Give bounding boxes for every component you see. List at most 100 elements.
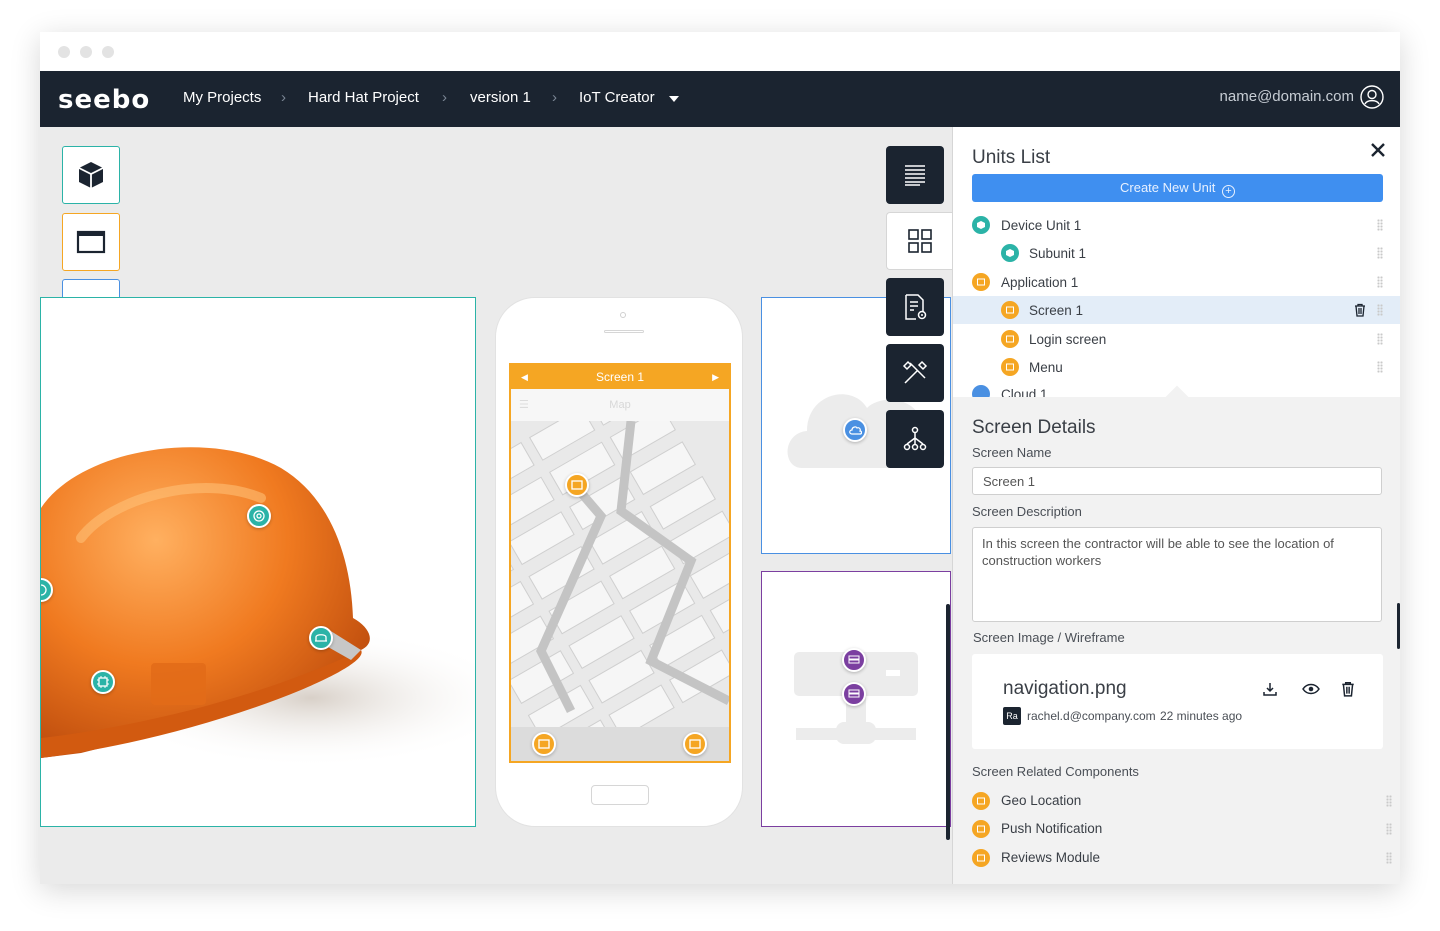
- panel-scrollbar[interactable]: [1397, 603, 1400, 649]
- hard-hat-image: [41, 447, 475, 768]
- screen-name-label: Screen Name: [972, 445, 1052, 460]
- breadcrumb-my-projects[interactable]: My Projects: [183, 89, 261, 106]
- target-icon: [253, 510, 265, 522]
- tools-button[interactable]: [886, 344, 944, 402]
- user-circle-icon[interactable]: [1360, 85, 1384, 109]
- screen-description-textarea[interactable]: In this screen the contractor will be ab…: [972, 527, 1382, 622]
- screen-details-title: Screen Details: [972, 417, 1096, 438]
- user-email[interactable]: name@domain.com: [1220, 88, 1354, 105]
- unit-menu[interactable]: Menu: [953, 353, 1400, 381]
- screen-image-label: Screen Image / Wireframe: [973, 630, 1125, 645]
- create-new-unit-button[interactable]: Create New Unit +: [972, 174, 1383, 202]
- design-canvas[interactable]: ◀ Screen 1 ▶ ☰ Map: [40, 127, 952, 884]
- chip-icon: [97, 676, 109, 688]
- helmet-icon: [315, 634, 327, 642]
- phone-speaker: [604, 330, 644, 333]
- caret-down-icon[interactable]: [669, 95, 679, 103]
- window-icon: [571, 480, 583, 490]
- unit-login-screen[interactable]: Login screen: [953, 325, 1400, 353]
- application-tool[interactable]: [62, 213, 120, 271]
- server-marker-2[interactable]: [842, 682, 866, 706]
- window-icon: [76, 230, 106, 254]
- plus-circle-icon: +: [1222, 185, 1235, 198]
- window-icon: [1001, 301, 1019, 319]
- drag-handle-icon[interactable]: [1377, 276, 1383, 288]
- seebo-logo[interactable]: seebo: [58, 81, 162, 117]
- file-name[interactable]: navigation.png: [1003, 678, 1127, 700]
- device-tool[interactable]: [62, 146, 120, 204]
- grid-icon: [907, 229, 932, 253]
- cube-icon: [972, 216, 990, 234]
- breadcrumb-separator: ›: [281, 89, 286, 106]
- phone-mockup: ◀ Screen 1 ▶ ☰ Map: [495, 297, 743, 827]
- document-gear-icon: [905, 294, 927, 320]
- hierarchy-button[interactable]: [886, 410, 944, 468]
- breadcrumb-version[interactable]: version 1: [470, 89, 531, 106]
- drag-handle-icon[interactable]: [1377, 304, 1383, 316]
- breadcrumb-separator: ›: [442, 89, 447, 106]
- cloud-icon: [849, 426, 862, 435]
- server-icon: [848, 689, 860, 698]
- breadcrumb-iot-creator[interactable]: IoT Creator: [579, 89, 655, 106]
- cloud-marker[interactable]: [843, 418, 867, 442]
- cube-icon: [78, 162, 104, 188]
- device-unit-card[interactable]: [40, 297, 476, 827]
- phone-screen-1[interactable]: ◀ Screen 1 ▶ ☰ Map: [509, 363, 731, 763]
- map-image: [511, 421, 729, 731]
- drag-handle-icon[interactable]: [1386, 852, 1392, 864]
- phone-sub-header: ☰ Map: [511, 389, 729, 421]
- device-marker-3[interactable]: [91, 670, 115, 694]
- eye-icon[interactable]: [1302, 682, 1320, 696]
- trash-icon[interactable]: [1353, 303, 1367, 317]
- breadcrumb-project[interactable]: Hard Hat Project: [308, 89, 419, 106]
- drag-handle-icon[interactable]: [1386, 823, 1392, 835]
- side-panel: Units List Create New Unit + Device Unit…: [952, 127, 1400, 884]
- footer-marker-right[interactable]: [683, 732, 707, 756]
- window-icon: [972, 273, 990, 291]
- download-icon[interactable]: [1262, 681, 1278, 697]
- drag-handle-icon[interactable]: [1386, 795, 1392, 807]
- window-maximize-dot[interactable]: [102, 46, 114, 58]
- grid-view-button[interactable]: [886, 212, 952, 270]
- left-arrow-icon[interactable]: ◀: [521, 365, 528, 389]
- unit-subunit-1[interactable]: Subunit 1: [953, 239, 1400, 267]
- related-reviews-module[interactable]: Reviews Module: [972, 844, 1392, 872]
- drag-handle-icon[interactable]: [1377, 247, 1383, 259]
- screen-name-input[interactable]: Screen 1: [972, 467, 1382, 495]
- window-minimize-dot[interactable]: [80, 46, 92, 58]
- unit-application-1[interactable]: Application 1: [953, 268, 1400, 296]
- server-icon: [848, 655, 860, 664]
- device-marker-1[interactable]: [247, 504, 271, 528]
- related-geo-location[interactable]: Geo Location: [972, 787, 1392, 815]
- drag-handle-icon[interactable]: [1377, 219, 1383, 231]
- footer-marker-left[interactable]: [532, 732, 556, 756]
- app-window: seebo My Projects › Hard Hat Project › v…: [40, 32, 1400, 884]
- window-icon: [1001, 330, 1019, 348]
- cube-icon: [1001, 244, 1019, 262]
- trash-icon[interactable]: [1340, 681, 1356, 697]
- unit-device-unit-1[interactable]: Device Unit 1: [953, 211, 1400, 239]
- phone-home-button: [591, 785, 649, 805]
- related-push-notification[interactable]: Push Notification: [972, 815, 1392, 843]
- map-marker[interactable]: [565, 473, 589, 497]
- document-settings-button[interactable]: [886, 278, 944, 336]
- drag-handle-icon[interactable]: [1377, 333, 1383, 345]
- phone-sub-title: Map: [609, 399, 631, 411]
- drag-handle-icon[interactable]: [1377, 361, 1383, 373]
- close-icon[interactable]: [1369, 141, 1387, 159]
- target-icon: [41, 584, 47, 596]
- right-arrow-icon[interactable]: ▶: [712, 365, 719, 389]
- server-marker-1[interactable]: [842, 648, 866, 672]
- server-unit-card[interactable]: [761, 571, 951, 827]
- window-close-dot[interactable]: [58, 46, 70, 58]
- unit-screen-1[interactable]: Screen 1: [953, 296, 1400, 324]
- window-icon: [972, 792, 990, 810]
- list-view-button[interactable]: [886, 146, 944, 204]
- text-lines-icon: [905, 165, 925, 186]
- related-components-label: Screen Related Components: [972, 764, 1139, 779]
- window-icon: [538, 739, 550, 749]
- phone-screen-title: Screen 1: [595, 370, 645, 384]
- canvas-scrollbar[interactable]: [946, 604, 950, 840]
- top-navbar: seebo My Projects › Hard Hat Project › v…: [40, 71, 1400, 127]
- device-marker-2[interactable]: [309, 626, 333, 650]
